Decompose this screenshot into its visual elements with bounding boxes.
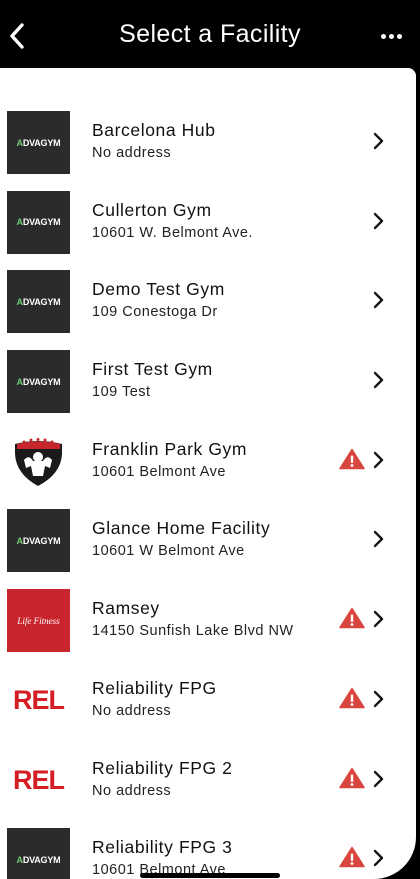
facility-logo: ADVAGYM [7, 509, 70, 573]
facility-name: Barcelona Hub [92, 120, 216, 140]
facility-row[interactable]: REL Reliability FPG 2 No address [0, 748, 416, 828]
chevron-right-icon [373, 610, 384, 628]
chevron-right-icon [373, 292, 384, 309]
chevron-right-icon [373, 850, 384, 867]
more-dot-icon [388, 33, 394, 39]
advagym-logo-text: ADVAGYM [16, 535, 61, 546]
facility-address: 10601 W Belmont Ave [92, 543, 245, 560]
advagym-logo-text: ADVAGYM [16, 854, 61, 865]
more-dot-icon [396, 33, 402, 39]
warning-icon [339, 607, 365, 629]
facility-logo [7, 429, 70, 493]
facility-name: Franklin Park Gym [92, 438, 248, 459]
home-indicator [140, 873, 280, 878]
facility-name: Reliability FPG 3 [92, 837, 233, 858]
facility-address: 10601 W. Belmont Ave. [92, 224, 253, 241]
advagym-logo-text: ADVAGYM [16, 376, 61, 387]
more-options-button[interactable] [372, 22, 410, 50]
facility-logo: ADVAGYM [7, 190, 70, 254]
chevron-right-icon [373, 531, 384, 548]
facility-name: Glance Home Facility [92, 518, 271, 539]
chevron-right-icon [373, 451, 384, 468]
facility-list: ADVAGYM Barcelona Hub No address ADVAGYM Cul… [0, 110, 416, 879]
chevron-right-icon [373, 371, 384, 389]
facility-logo: ADVAGYM [7, 828, 70, 879]
facility-address: 14150 Sunfish Lake Blvd NW [92, 623, 294, 640]
advagym-logo-text: ADVAGYM [16, 217, 61, 228]
facility-address: 109 Test [92, 384, 151, 401]
facility-row[interactable]: ADVAGYM Barcelona Hub No address [0, 110, 416, 190]
chevron-right-icon [373, 690, 384, 707]
warning-icon [339, 687, 365, 709]
facility-row[interactable]: ADVAGYM First Test Gym 109 Test [0, 349, 416, 429]
facility-address: 109 Conestoga Dr [92, 304, 218, 321]
facility-name: Reliability FPG 2 [92, 757, 233, 778]
facility-logo: Life Fitness [7, 589, 70, 653]
warning-icon [339, 767, 365, 788]
warning-icon [339, 448, 365, 469]
chevron-right-icon [373, 770, 384, 787]
facility-logo: ADVAGYM [7, 111, 70, 174]
advagym-logo-text: ADVAGYM [16, 296, 61, 307]
bodybuilder-logo-icon [7, 429, 70, 493]
more-dot-icon [380, 33, 386, 39]
facility-logo: REL [7, 668, 70, 732]
warning-icon [339, 846, 365, 868]
facility-logo: ADVAGYM [7, 350, 70, 414]
facility-name: First Test Gym [92, 359, 213, 380]
facility-name: Ramsey [92, 598, 160, 619]
facility-row[interactable]: REL Reliability FPG No address [0, 668, 416, 748]
life-fitness-logo-text: Life Fitness [17, 615, 60, 626]
facility-address: 10601 Belmont Ave [92, 463, 226, 480]
facility-sheet: ADVAGYM Barcelona Hub No address ADVAGYM Cul… [0, 68, 416, 879]
facility-address: No address [92, 702, 172, 719]
advagym-logo-text: ADVAGYM [16, 137, 61, 148]
screen: Select a Facility ADVAGYM Barcelona Hub No… [0, 0, 420, 879]
facility-logo: REL [7, 748, 70, 812]
facility-name: Cullerton Gym [92, 199, 212, 220]
rel-logo-text: REL [13, 764, 65, 795]
facility-address: No address [92, 145, 172, 161]
facility-address: No address [92, 782, 172, 799]
facility-row[interactable]: Life Fitness Ramsey 14150 Sunfish Lake Bl… [0, 588, 416, 668]
rel-logo-text: REL [13, 684, 65, 715]
facility-row[interactable]: ADVAGYM Cullerton Gym 10601 W. Belmont Ave… [0, 190, 416, 270]
facility-row[interactable]: ADVAGYM Reliability FPG 3 10601 Belmont Av… [0, 827, 416, 879]
chevron-right-icon [373, 212, 384, 229]
facility-logo: ADVAGYM [7, 270, 70, 334]
nav-header: Select a Facility [0, 0, 420, 68]
facility-row[interactable]: Franklin Park Gym 10601 Belmont Ave [0, 429, 416, 509]
page-title: Select a Facility [119, 20, 301, 48]
facility-row[interactable]: ADVAGYM Demo Test Gym 109 Conestoga Dr [0, 269, 416, 349]
facility-name: Demo Test Gym [92, 279, 225, 300]
facility-row[interactable]: ADVAGYM Glance Home Facility 10601 W Belmo… [0, 508, 416, 588]
facility-name: Reliability FPG [92, 677, 217, 698]
chevron-right-icon [373, 132, 384, 150]
